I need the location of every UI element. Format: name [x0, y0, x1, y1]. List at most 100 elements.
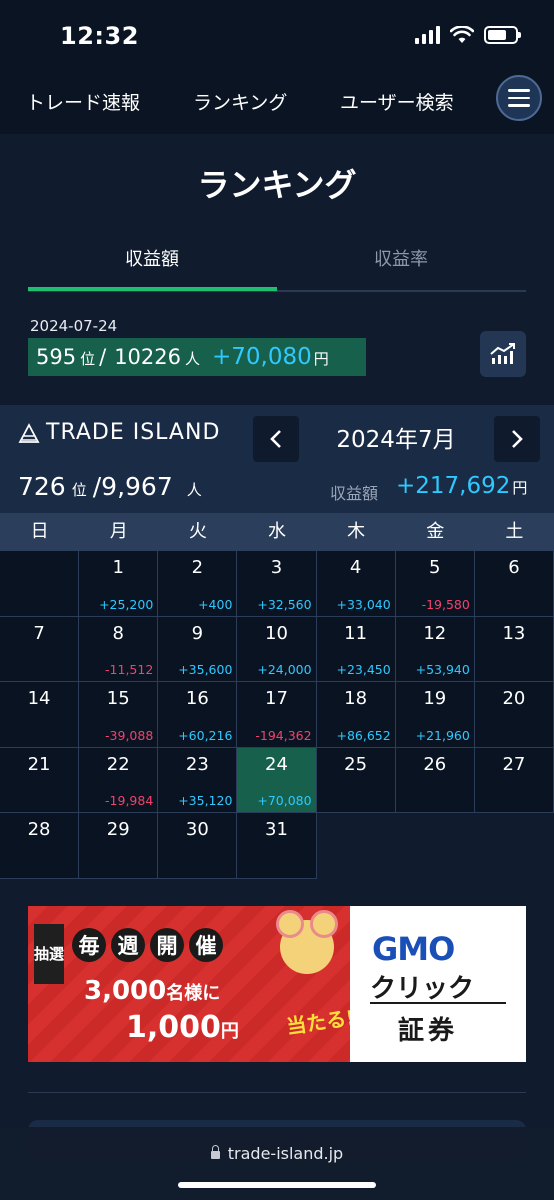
calendar-day-cell[interactable]: 18 +86,652: [316, 682, 396, 748]
monthly-profit-unit: 円: [512, 479, 528, 497]
calendar-day-cell[interactable]: 4 +33,040: [316, 551, 396, 617]
calendar-day-cell[interactable]: 20: [474, 682, 554, 748]
rank-date: 2024-07-24: [30, 317, 118, 335]
calendar-day-cell[interactable]: 1 +25,200: [79, 551, 159, 617]
prev-month-button[interactable]: [253, 416, 299, 462]
day-profit: -19,580: [421, 596, 470, 612]
chart-icon: [490, 343, 515, 364]
hamburger-icon[interactable]: [496, 75, 542, 121]
day-number: 9: [191, 622, 204, 644]
calendar-day-cell[interactable]: 16 +60,216: [158, 682, 238, 748]
calendar-day-cell[interactable]: 26: [395, 747, 475, 813]
gmo-logo-bottom: 証券: [398, 1016, 459, 1046]
calendar-day-cell[interactable]: 6: [474, 551, 554, 617]
daily-total: 10226: [114, 345, 181, 369]
next-month-button[interactable]: [494, 416, 540, 462]
home-indicator[interactable]: [178, 1182, 376, 1188]
gmo-logo-mid: クリック: [370, 974, 475, 1004]
tab-profit-amount[interactable]: 収益額: [28, 245, 276, 271]
nav-user-search[interactable]: ユーザー検索: [340, 88, 454, 115]
mascot-icon: [276, 910, 338, 974]
day-number: 12: [423, 622, 447, 644]
gmo-logo-top: GMO: [372, 930, 455, 968]
day-profit: +33,040: [336, 596, 391, 612]
calendar-day-cell[interactable]: 8 -11,512: [79, 616, 159, 682]
calendar-day-cell[interactable]: 7: [0, 616, 80, 682]
calendar-day-cell[interactable]: 24 +70,080: [237, 747, 317, 813]
calendar-day-cell[interactable]: 29: [79, 813, 159, 879]
monthly-profit-label: 収益額: [330, 484, 379, 503]
calendar-day-cell[interactable]: 12 +53,940: [395, 616, 475, 682]
nav-ranking[interactable]: ランキング: [193, 88, 287, 115]
day-number: 30: [185, 819, 209, 840]
url-text: trade-island.jp: [227, 1144, 344, 1163]
day-number: 6: [508, 557, 520, 578]
calendar-day-cell[interactable]: 3 +32,560: [237, 551, 317, 617]
monthly-total-unit: 人: [186, 481, 202, 499]
day-number: 31: [265, 819, 288, 840]
calendar-day-cell[interactable]: 15 -39,088: [79, 682, 159, 748]
calendar-day-cell[interactable]: 21: [0, 747, 80, 813]
top-nav: トレード速報 ランキング ユーザー検索: [0, 70, 554, 134]
day-number: 14: [27, 688, 51, 709]
chevron-right-icon: [512, 430, 523, 448]
calendar-day-cell[interactable]: 25: [316, 747, 396, 813]
status-time: 12:32: [60, 22, 139, 50]
day-number: 27: [502, 753, 526, 775]
calendar-month: 2024年7月: [336, 427, 456, 453]
calendar-day-cell[interactable]: 14: [0, 682, 80, 748]
monthly-total: /9,967: [92, 472, 173, 501]
calendar-day-cell[interactable]: 27: [474, 747, 554, 813]
day-number: 4: [349, 557, 362, 578]
calendar-day-cell[interactable]: 13: [474, 616, 554, 682]
browser-url-bar[interactable]: [0, 1127, 554, 1200]
day-number: 19: [423, 688, 447, 709]
day-profit: +32,560: [257, 596, 312, 612]
calendar-day-cell[interactable]: 10 +24,000: [237, 616, 317, 682]
calendar-day-cell[interactable]: 11 +23,450: [316, 616, 396, 682]
day-number: 10: [265, 622, 288, 644]
banner-winners: 3,000名様に: [84, 976, 221, 1006]
lock-icon: [210, 1145, 220, 1159]
day-number: 2: [191, 557, 204, 578]
weekday-wed: 水: [267, 521, 286, 542]
day-profit: +86,652: [336, 727, 391, 743]
calendar-day-cell[interactable]: 2 +400: [158, 551, 238, 617]
calendar-day-cell[interactable]: 28: [0, 813, 80, 879]
weekday-sat: 土: [505, 521, 524, 542]
day-number: 11: [344, 622, 368, 644]
chart-button[interactable]: [480, 331, 526, 377]
calendar-day-cell[interactable]: 22 -19,984: [79, 747, 159, 813]
banner-hit: 当たる!: [284, 1005, 357, 1039]
day-profit: +25,200: [99, 596, 154, 612]
calendar-day-cell[interactable]: 5 -19,580: [395, 551, 475, 617]
monthly-profit: +217,692 円: [396, 473, 527, 499]
nav-trade-news[interactable]: トレード速報: [26, 88, 140, 115]
daily-total-unit: 人: [185, 350, 201, 368]
day-profit: -11,512: [105, 662, 154, 677]
day-number: 16: [185, 688, 209, 709]
calendar-day-cell[interactable]: 19 +21,960: [395, 682, 475, 748]
calendar-day-cell[interactable]: 31: [237, 813, 317, 879]
monthly-rank-unit: 位: [71, 481, 87, 499]
tab-profit-rate[interactable]: 収益率: [277, 245, 525, 271]
gmo-logo: GMO クリック 証券: [350, 906, 526, 1062]
day-number: 15: [106, 688, 130, 709]
day-profit: -39,088: [105, 727, 154, 743]
day-profit: +400: [198, 596, 233, 612]
url-display[interactable]: trade-island.jp: [0, 1144, 554, 1163]
calendar-day-cell[interactable]: 23 +35,120: [158, 747, 238, 813]
calendar-cell-empty: [474, 813, 554, 879]
calendar-day-cell[interactable]: 17 -194,362: [237, 682, 317, 748]
day-number: 22: [106, 753, 130, 775]
ad-banner[interactable]: 抽選 毎 週 開 催 3,000名様に 1,000円 当たる! GMO クリック…: [28, 906, 526, 1062]
calendar-day-cell[interactable]: 30: [158, 813, 238, 879]
weekday-sun: 日: [30, 521, 49, 542]
wifi-icon: [450, 26, 474, 43]
monthly-profit-value: +217,692: [396, 473, 511, 499]
day-number: 8: [112, 622, 124, 644]
calendar-cell-empty: [316, 813, 396, 879]
calendar-day-cell[interactable]: 9 +35,600: [158, 616, 238, 682]
day-profit: +23,450: [336, 662, 391, 677]
gmo-logo-divider: [370, 1002, 506, 1004]
